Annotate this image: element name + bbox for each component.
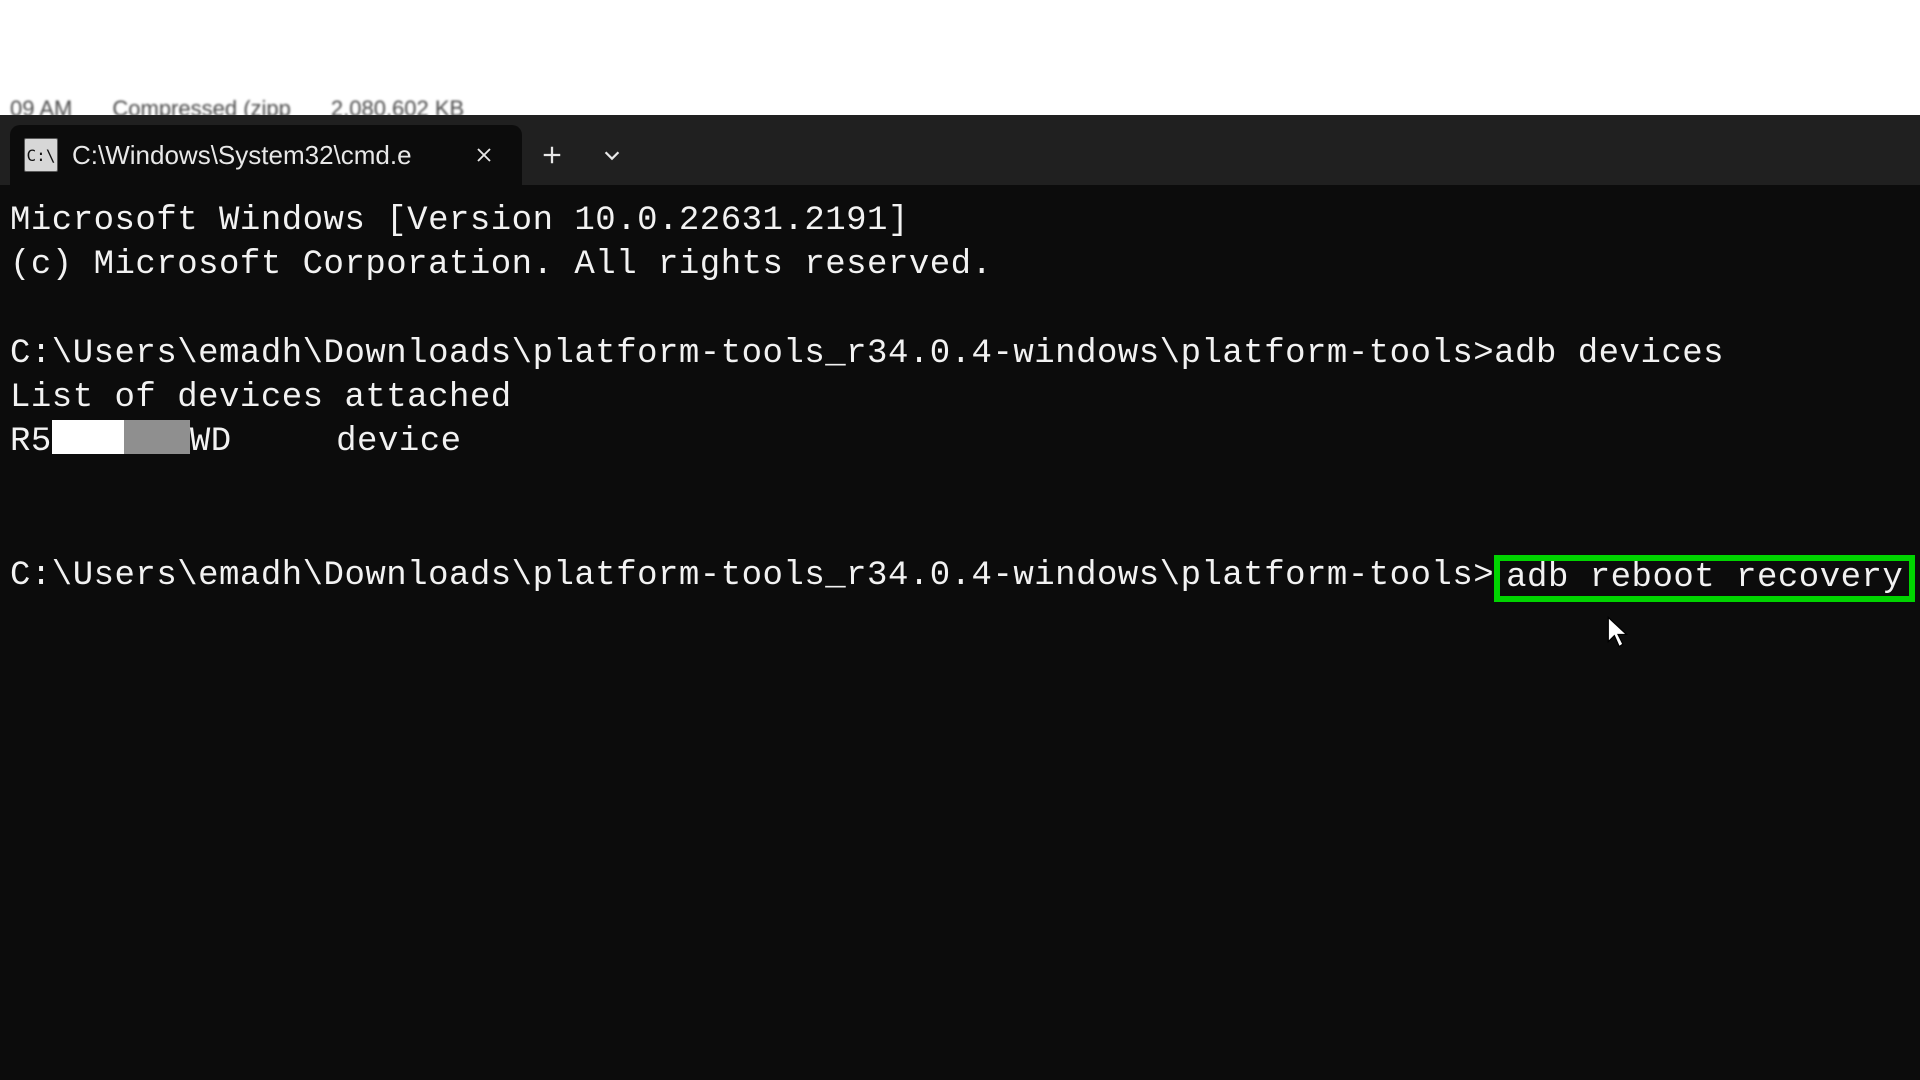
tab-title: C:\Windows\System32\cmd.e xyxy=(72,140,450,171)
titlebar: C:\ C:\Windows\System32\cmd.e xyxy=(0,115,1920,185)
command-adb-devices: adb devices xyxy=(1494,335,1724,373)
device-status: device xyxy=(336,423,461,461)
redacted-block-1 xyxy=(52,420,124,454)
chevron-down-icon xyxy=(601,144,623,166)
output-list-header: List of devices attached xyxy=(10,376,1910,420)
highlighted-command-box: adb reboot recovery xyxy=(1494,555,1915,603)
prompt-2: C:\Users\emadh\Downloads\platform-tools_… xyxy=(10,557,1494,595)
tab-cmd[interactable]: C:\ C:\Windows\System32\cmd.e xyxy=(10,125,522,185)
cmd-icon: C:\ xyxy=(24,138,58,172)
close-tab-button[interactable] xyxy=(464,135,504,175)
tab-dropdown-button[interactable] xyxy=(582,125,642,185)
banner-line-1: Microsoft Windows [Version 10.0.22631.21… xyxy=(10,199,1910,243)
banner-line-2: (c) Microsoft Corporation. All rights re… xyxy=(10,243,1910,287)
close-icon xyxy=(475,146,493,164)
terminal-window: C:\ C:\Windows\System32\cmd.e Microsoft … xyxy=(0,115,1920,1080)
device-id-prefix: R5 xyxy=(10,423,52,461)
background-explorer-row: 09 AM Compressed (zipp 2,080,602 KB xyxy=(0,0,600,115)
plus-icon xyxy=(541,144,563,166)
command-adb-reboot-recovery: adb reboot recovery xyxy=(1506,559,1903,597)
new-tab-button[interactable] xyxy=(522,125,582,185)
redacted-block-2 xyxy=(124,420,190,454)
device-id-suffix: WD xyxy=(190,423,232,461)
terminal-output[interactable]: Microsoft Windows [Version 10.0.22631.21… xyxy=(0,185,1920,1080)
device-spacer xyxy=(232,423,337,461)
prompt-1: C:\Users\emadh\Downloads\platform-tools_… xyxy=(10,335,1494,373)
